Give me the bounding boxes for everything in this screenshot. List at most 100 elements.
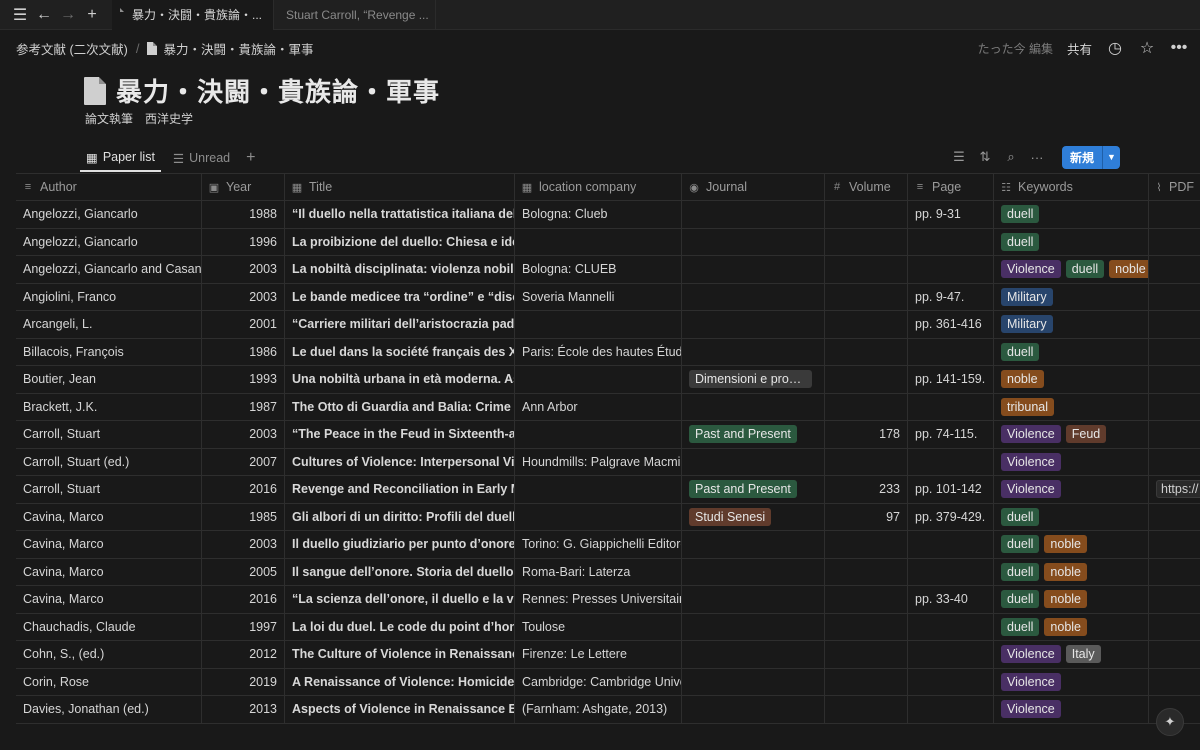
cell-volume[interactable] xyxy=(825,338,908,365)
cell-title[interactable]: Aspects of Violence in Renaissance Europ… xyxy=(285,696,515,723)
cell-journal[interactable] xyxy=(682,311,825,338)
column-header-author[interactable]: ≡ Author xyxy=(16,174,202,200)
cell-title[interactable]: “La scienza dell’onore, il duello e la v… xyxy=(285,586,515,613)
cell-location[interactable]: Bologna: Clueb xyxy=(515,201,682,228)
table-row[interactable]: Carroll, Stuart 2003 “The Peace in the Feu… xyxy=(16,421,1200,449)
table-row[interactable]: Cavina, Marco 2016 “La scienza dell’onore,… xyxy=(16,586,1200,614)
cell-journal[interactable] xyxy=(682,586,825,613)
cell-keywords[interactable]: duell xyxy=(994,228,1149,255)
cell-keywords[interactable]: Violence Italy xyxy=(994,641,1149,668)
cell-volume[interactable] xyxy=(825,366,908,393)
table-row[interactable]: Billacois, François 1986 Le duel dans la s… xyxy=(16,338,1200,366)
cell-title[interactable]: Le duel dans la société français des XVI… xyxy=(285,338,515,365)
cell-location[interactable]: Toulose xyxy=(515,613,682,640)
cell-journal[interactable] xyxy=(682,228,825,255)
cell-title[interactable]: Il duello giudiziario per punto d’onore:… xyxy=(285,531,515,558)
cell-keywords[interactable]: duell xyxy=(994,503,1149,530)
back-arrow-icon[interactable]: ← xyxy=(32,0,56,30)
add-view-plus-icon[interactable]: + xyxy=(242,149,259,167)
cell-author[interactable]: Boutier, Jean xyxy=(16,366,202,393)
table-row[interactable]: Cohn, S., (ed.) 2012 The Culture of Violen… xyxy=(16,641,1200,669)
cell-location[interactable]: Paris: École des hautes Études xyxy=(515,338,682,365)
cell-pdf[interactable] xyxy=(1149,586,1200,613)
cell-journal[interactable] xyxy=(682,613,825,640)
forward-arrow-icon[interactable]: → xyxy=(56,0,80,30)
pdf-link[interactable]: https:// xyxy=(1156,480,1200,499)
cell-location[interactable]: Ann Arbor xyxy=(515,393,682,420)
cell-title[interactable]: “Carriere militari dell’aristocrazia pad… xyxy=(285,311,515,338)
cell-title[interactable]: Una nobiltà urbana in età moderna. Aspet… xyxy=(285,366,515,393)
column-header-pdf[interactable]: ⌇ PDF xyxy=(1149,174,1200,200)
cell-page[interactable]: pp. 9-31 xyxy=(908,201,994,228)
cell-author[interactable]: Brackett, J.K. xyxy=(16,393,202,420)
cell-location[interactable]: Firenze: Le Lettere xyxy=(515,641,682,668)
cell-pdf[interactable] xyxy=(1149,614,1200,641)
column-header-journal[interactable]: ◉ Journal xyxy=(682,174,825,200)
cell-pdf[interactable] xyxy=(1149,669,1200,696)
cell-keywords[interactable]: duell noble xyxy=(994,531,1149,558)
cell-year[interactable]: 2016 xyxy=(202,586,285,613)
cell-journal[interactable]: Past and Present xyxy=(682,476,825,503)
cell-author[interactable]: Angelozzi, Giancarlo and Casanova xyxy=(16,256,202,283)
cell-journal[interactable] xyxy=(682,531,825,558)
more-icon[interactable]: ••• xyxy=(1170,39,1188,57)
column-header-year[interactable]: ▣ Year xyxy=(202,174,285,200)
cell-location[interactable] xyxy=(515,311,682,338)
table-row[interactable]: Angelozzi, Giancarlo 1996 La proibizione d… xyxy=(16,228,1200,256)
page-description[interactable]: 論文執筆 西洋史学 xyxy=(85,110,193,127)
chevron-down-icon[interactable]: ▼ xyxy=(1102,145,1120,169)
cell-title[interactable]: Il sangue dell’onore. Storia del duello xyxy=(285,558,515,585)
new-button[interactable]: 新規 xyxy=(1061,145,1102,169)
cell-year[interactable]: 2019 xyxy=(202,668,285,695)
cell-year[interactable]: 1987 xyxy=(202,393,285,420)
cell-page[interactable] xyxy=(908,448,994,475)
column-header-title[interactable]: ▦ Title xyxy=(285,174,515,200)
cell-page[interactable] xyxy=(908,256,994,283)
cell-keywords[interactable]: duell xyxy=(994,338,1149,365)
cell-location[interactable]: Roma-Bari: Laterza xyxy=(515,558,682,585)
table-row[interactable]: Cavina, Marco 2005 Il sangue dell’onore. S… xyxy=(16,558,1200,586)
cell-pdf[interactable] xyxy=(1149,449,1200,476)
table-row[interactable]: Angiolini, Franco 2003 Le bande medicee tr… xyxy=(16,283,1200,311)
cell-author[interactable]: Angelozzi, Giancarlo xyxy=(16,201,202,228)
cell-keywords[interactable]: duell noble xyxy=(994,558,1149,585)
filter-icon[interactable]: ☰ xyxy=(952,149,966,165)
cell-author[interactable]: Chauchadis, Claude xyxy=(16,613,202,640)
cell-page[interactable]: pp. 379-429. xyxy=(908,503,994,530)
table-row[interactable]: Brackett, J.K. 1987 The Otto di Guardia an… xyxy=(16,393,1200,421)
cell-page[interactable] xyxy=(908,338,994,365)
table-row[interactable]: Cavina, Marco 1985 Gli albori di un diritt… xyxy=(16,503,1200,531)
cell-author[interactable]: Davies, Jonathan (ed.) xyxy=(16,696,202,723)
cell-volume[interactable] xyxy=(825,696,908,723)
cell-location[interactable]: Bologna: CLUEB xyxy=(515,256,682,283)
cell-year[interactable]: 1986 xyxy=(202,338,285,365)
table-row[interactable]: Cavina, Marco 2003 Il duello giudiziario p… xyxy=(16,531,1200,559)
page-title[interactable]: 暴力・決闘・貴族論・軍事 xyxy=(116,72,440,109)
cell-keywords[interactable]: Violence xyxy=(994,696,1149,723)
cell-author[interactable]: Angelozzi, Giancarlo xyxy=(16,228,202,255)
cell-journal[interactable] xyxy=(682,696,825,723)
share-button[interactable]: 共有 xyxy=(1067,39,1092,58)
cell-journal[interactable] xyxy=(682,641,825,668)
cell-volume[interactable] xyxy=(825,613,908,640)
cell-author[interactable]: Cavina, Marco xyxy=(16,531,202,558)
tab-other[interactable]: Stuart Carroll, “Revenge ... xyxy=(274,0,436,30)
cell-author[interactable]: Arcangeli, L. xyxy=(16,311,202,338)
cell-journal[interactable]: Past and Present xyxy=(682,421,825,448)
cell-location[interactable] xyxy=(515,421,682,448)
cell-pdf[interactable] xyxy=(1149,256,1200,283)
table-row[interactable]: Carroll, Stuart 2016 Revenge and Reconcili… xyxy=(16,476,1200,504)
cell-keywords[interactable]: Violence duell noble xyxy=(994,256,1149,283)
cell-pdf[interactable] xyxy=(1149,394,1200,421)
cell-year[interactable]: 1985 xyxy=(202,503,285,530)
cell-location[interactable]: Rennes: Presses Universitaires xyxy=(515,586,682,613)
cell-year[interactable]: 1996 xyxy=(202,228,285,255)
cell-page[interactable] xyxy=(908,668,994,695)
cell-journal[interactable] xyxy=(682,283,825,310)
cell-journal[interactable] xyxy=(682,256,825,283)
cell-author[interactable]: Angiolini, Franco xyxy=(16,283,202,310)
table-row[interactable]: Angelozzi, Giancarlo 1988 “Il duello nella… xyxy=(16,201,1200,229)
cell-author[interactable]: Cavina, Marco xyxy=(16,503,202,530)
cell-year[interactable]: 2003 xyxy=(202,283,285,310)
cell-page[interactable] xyxy=(908,558,994,585)
